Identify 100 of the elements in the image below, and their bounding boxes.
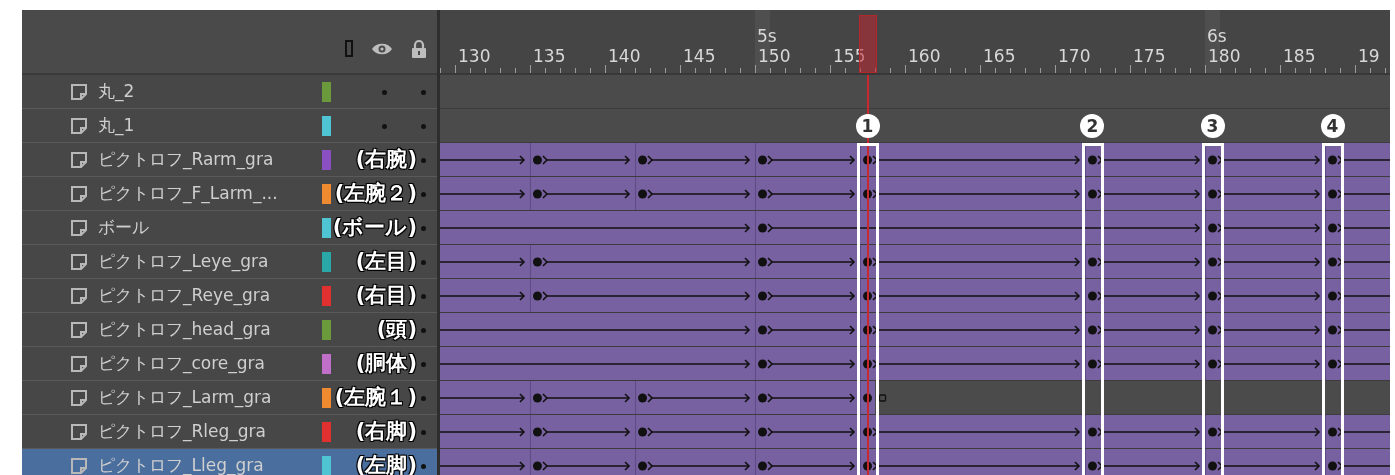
keyframe-dot[interactable] — [1087, 325, 1097, 335]
layer-color-swatch[interactable] — [322, 320, 331, 340]
layer-row[interactable]: ボール (ボール) — [22, 211, 437, 245]
layer-color-swatch[interactable] — [322, 150, 331, 170]
layer-row[interactable]: 丸_2 — [22, 75, 437, 109]
keyframe-dot[interactable] — [758, 291, 768, 301]
lock-dot[interactable] — [421, 430, 426, 435]
lock-dot[interactable] — [421, 192, 426, 197]
keyframe-dot[interactable] — [1208, 461, 1218, 471]
layer-row[interactable]: ピクトロフ_head_gra (頭) — [22, 313, 437, 347]
keyframe-dot[interactable] — [758, 427, 768, 437]
layer-row[interactable]: ピクトロフ_F_Larm_... (左腕２) — [22, 177, 437, 211]
keyframe-dot[interactable] — [1087, 257, 1097, 267]
keyframe-dot[interactable] — [532, 427, 542, 437]
layer-row[interactable]: ピクトロフ_core_gra (胴体) — [22, 347, 437, 381]
lock-dot[interactable] — [421, 124, 426, 129]
layer-row[interactable]: ピクトロフ_Reye_gra (右目) — [22, 279, 437, 313]
keyframe-dot[interactable] — [1328, 189, 1338, 199]
lock-dot[interactable] — [421, 226, 426, 231]
keyframe-dot[interactable] — [758, 223, 768, 233]
eye-icon[interactable] — [371, 41, 393, 56]
layer-color-swatch[interactable] — [322, 422, 331, 442]
keyframe-dot[interactable] — [1087, 189, 1097, 199]
frame-number: 19 — [1358, 46, 1380, 66]
keyframe-dot[interactable] — [1328, 155, 1338, 165]
layer-color-swatch[interactable] — [322, 388, 331, 408]
lock-dot[interactable] — [421, 362, 426, 367]
keyframe-dot[interactable] — [1087, 461, 1097, 471]
keyframe-dot[interactable] — [758, 393, 768, 403]
keyframe-dot[interactable] — [638, 427, 648, 437]
lock-dot[interactable] — [421, 328, 426, 333]
keyframe-dot[interactable] — [1328, 257, 1338, 267]
keyframe-dot[interactable] — [638, 393, 648, 403]
layer-row[interactable]: ピクトロフ_Rarm_gra (右腕) — [22, 143, 437, 177]
keyframe-dot[interactable] — [1328, 223, 1338, 233]
layer-color-swatch[interactable] — [322, 82, 331, 102]
layer-row[interactable]: ピクトロフ_Lleg_gra (左脚) — [22, 449, 437, 475]
keyframe-dot[interactable] — [1328, 359, 1338, 369]
lock-dot[interactable] — [421, 90, 426, 95]
annotation-label: (胴体) — [355, 350, 417, 377]
keyframe-dot[interactable] — [1208, 291, 1218, 301]
keyframe-dot[interactable] — [532, 257, 542, 267]
keyframe-dot[interactable] — [1328, 291, 1338, 301]
frame-number: 185 — [1283, 46, 1316, 66]
layer-icon — [70, 82, 88, 101]
lock-icon[interactable] — [411, 38, 427, 59]
keyframe-dot[interactable] — [758, 257, 768, 267]
keyframe-dot[interactable] — [1208, 359, 1218, 369]
keyframe-dot[interactable] — [758, 359, 768, 369]
lock-dot[interactable] — [421, 260, 426, 265]
layer-icon — [70, 388, 88, 407]
layer-row[interactable]: ピクトロフ_Rleg_gra (右脚) — [22, 415, 437, 449]
keyframe-dot[interactable] — [638, 461, 648, 471]
keyframe-dot[interactable] — [532, 461, 542, 471]
annotation-label: (ボール) — [332, 214, 417, 241]
keyframe-dot[interactable] — [1208, 427, 1218, 437]
blank-keyframe[interactable] — [878, 394, 887, 402]
lock-dot[interactable] — [421, 396, 426, 401]
layer-row[interactable]: 丸_1 — [22, 109, 437, 143]
layer-row[interactable]: ピクトロフ_Larm_gra (左腕１) — [22, 381, 437, 415]
keyframe-dot[interactable] — [532, 189, 542, 199]
layer-color-swatch[interactable] — [322, 252, 331, 272]
keyframe-dot[interactable] — [758, 155, 768, 165]
tween-arrow — [1337, 427, 1390, 437]
keyframe-dot[interactable] — [1328, 461, 1338, 471]
keyframe-dot[interactable] — [1087, 291, 1097, 301]
keyframe-dot[interactable] — [532, 291, 542, 301]
layer-icon — [70, 218, 88, 237]
keyframe-dot[interactable] — [1208, 223, 1218, 233]
keyframe-dot[interactable] — [758, 461, 768, 471]
layer-color-swatch[interactable] — [322, 354, 331, 374]
lock-dot[interactable] — [421, 158, 426, 163]
layer-color-swatch[interactable] — [322, 456, 331, 475]
layer-row[interactable]: ピクトロフ_Leye_gra (左目) — [22, 245, 437, 279]
annotation-label: (頭) — [376, 316, 417, 343]
keyframe-dot[interactable] — [1087, 155, 1097, 165]
layer-color-swatch[interactable] — [322, 218, 331, 238]
visibility-dot[interactable] — [382, 124, 387, 129]
keyframe-dot[interactable] — [1208, 189, 1218, 199]
keyframe-dot[interactable] — [1087, 359, 1097, 369]
keyframe-dot[interactable] — [532, 155, 542, 165]
lock-dot[interactable] — [421, 464, 426, 469]
outline-icon[interactable] — [345, 40, 353, 57]
layer-color-swatch[interactable] — [322, 116, 331, 136]
layer-name: ピクトロフ_Larm_gra — [98, 386, 272, 409]
keyframe-dot[interactable] — [1328, 325, 1338, 335]
keyframe-dot[interactable] — [1208, 155, 1218, 165]
keyframe-dot[interactable] — [638, 155, 648, 165]
keyframe-dot[interactable] — [758, 325, 768, 335]
keyframe-dot[interactable] — [532, 393, 542, 403]
layer-color-swatch[interactable] — [322, 286, 331, 306]
visibility-dot[interactable] — [382, 90, 387, 95]
keyframe-dot[interactable] — [1208, 325, 1218, 335]
keyframe-dot[interactable] — [1208, 257, 1218, 267]
keyframe-dot[interactable] — [638, 189, 648, 199]
keyframe-dot[interactable] — [1328, 427, 1338, 437]
keyframe-dot[interactable] — [758, 189, 768, 199]
keyframe-dot[interactable] — [1087, 427, 1097, 437]
lock-dot[interactable] — [421, 294, 426, 299]
layer-color-swatch[interactable] — [322, 184, 331, 204]
